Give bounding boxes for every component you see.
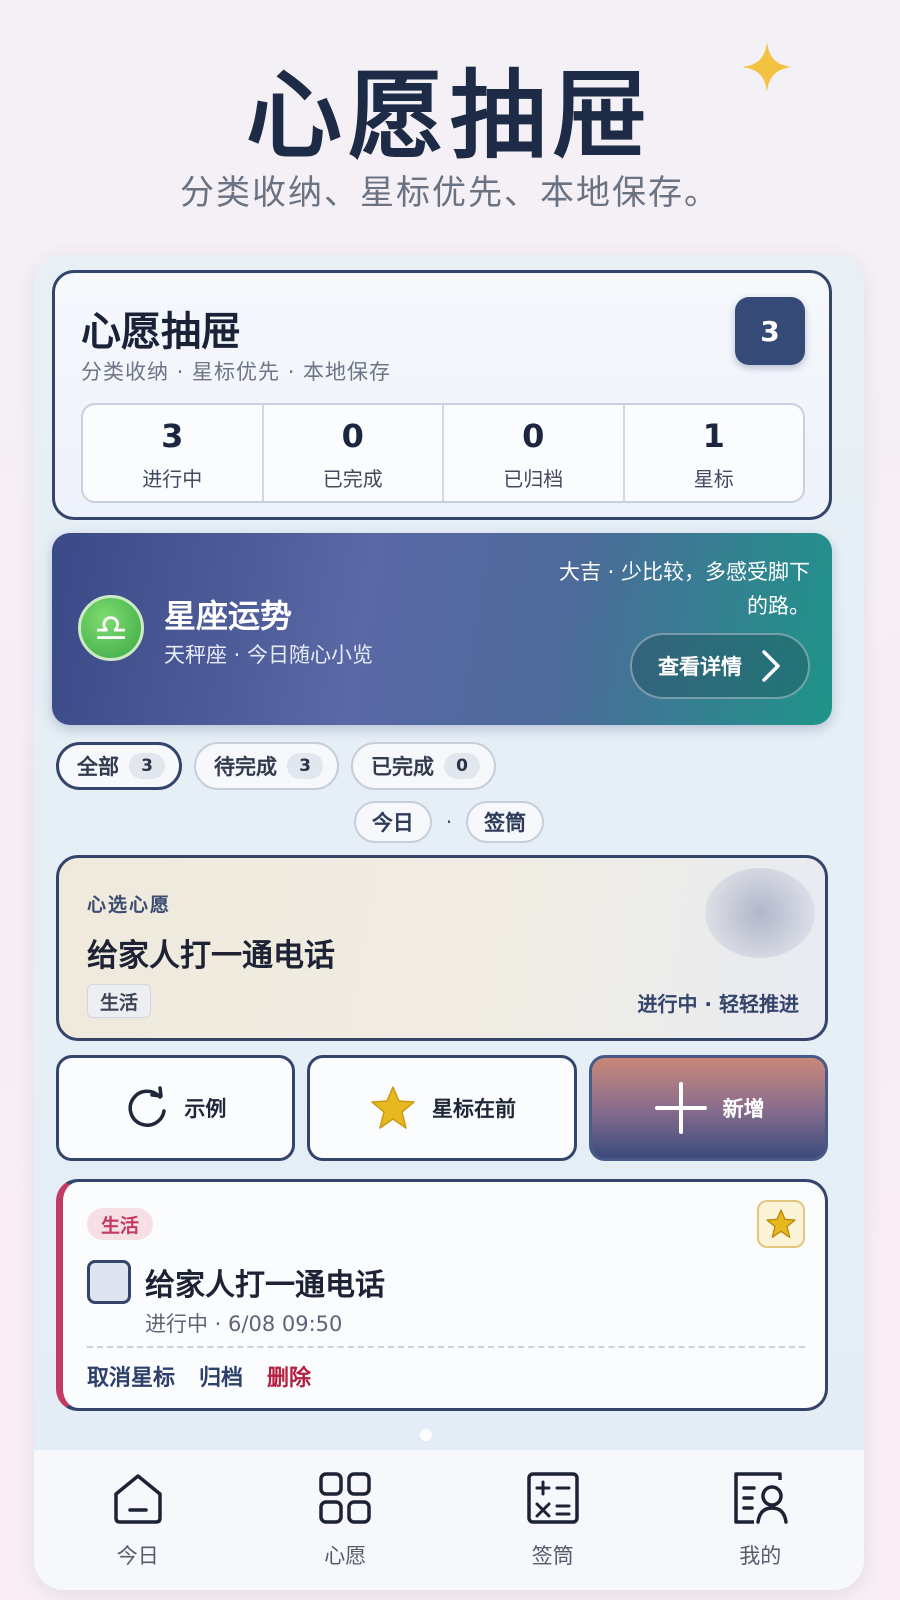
tab-profile[interactable]: 我的: [657, 1450, 865, 1590]
tab-wishes[interactable]: 心愿: [242, 1450, 450, 1590]
stat-value: 0: [341, 417, 364, 455]
tab-label: 我的: [739, 1544, 782, 1568]
filter-label: 待完成: [214, 755, 277, 779]
filter-label: 全部: [77, 755, 119, 779]
tab-home[interactable]: 今日: [34, 1450, 242, 1590]
featured-status: 进行中 · 轻轻推进: [637, 992, 799, 1016]
horoscope-card[interactable]: ♎ 星座运势 天秤座 · 今日随心小览 大吉 · 少比较，多感受脚下的路。 查看…: [52, 533, 832, 725]
filter-label: 已完成: [371, 755, 434, 779]
horoscope-message: 大吉 · 少比较，多感受脚下的路。: [558, 560, 810, 618]
chevron-right-icon: [762, 650, 780, 682]
tab-today[interactable]: 今日: [353, 801, 432, 843]
stat-value: 0: [522, 417, 545, 455]
featured-title: 给家人打一通电话: [87, 938, 335, 974]
stat-label: 已归档: [503, 467, 564, 491]
star-first-label: 星标在前: [431, 1097, 516, 1121]
tab-lots[interactable]: 签筒: [449, 1450, 657, 1590]
featured-label: 心选心愿: [87, 894, 172, 916]
hero-header: 心愿抽屉 分类收纳、星标优先、本地保存。: [0, 0, 900, 250]
profile-icon: [734, 1472, 788, 1524]
tab-lots[interactable]: 签筒: [466, 801, 545, 843]
star-toggle[interactable]: [757, 1200, 805, 1248]
tab-label: 签筒: [531, 1544, 574, 1568]
hero-subtitle: 分类收纳、星标优先、本地保存。: [180, 173, 720, 213]
decorative-glow: [705, 868, 815, 958]
sub-tabs: 今日 · 签筒: [34, 801, 864, 843]
filter-count: 0: [444, 753, 480, 779]
stat-label: 星标: [693, 467, 734, 491]
task-title: 给家人打一通电话: [145, 1268, 385, 1303]
summary-card: 心愿抽屉 分类收纳 · 星标优先 · 本地保存 3 3 进行中 0 已完成 0 …: [52, 270, 832, 520]
filter-pending[interactable]: 待完成 3: [194, 742, 339, 790]
add-label: 新增: [722, 1097, 765, 1121]
page-indicator-dot: [420, 1429, 432, 1441]
tab-label: 今日: [116, 1544, 159, 1568]
sparkle-icon: [742, 42, 792, 92]
archive-link[interactable]: 归档: [199, 1360, 243, 1392]
stat-completed: 0 已完成: [264, 405, 444, 501]
star-icon: [766, 1209, 796, 1238]
stat-label: 进行中: [142, 467, 203, 491]
delete-link[interactable]: 删除: [267, 1360, 311, 1392]
star-icon: [371, 1086, 415, 1129]
stat-starred: 1 星标: [625, 405, 804, 501]
stats-row: 3 进行中 0 已完成 0 已归档 1 星标: [81, 403, 805, 503]
filter-count: 3: [287, 753, 323, 779]
plus-icon: [654, 1082, 707, 1134]
view-details-label: 查看详情: [658, 655, 742, 679]
stat-in-progress: 3 进行中: [83, 405, 264, 501]
example-label: 示例: [184, 1097, 227, 1121]
action-row: 示例 星标在前 新增: [56, 1055, 828, 1161]
bottom-tab-bar: 今日 心愿 签筒 我的: [34, 1450, 864, 1590]
summary-title: 心愿抽屉: [81, 309, 241, 355]
add-button[interactable]: 新增: [589, 1055, 828, 1161]
example-button[interactable]: 示例: [56, 1055, 295, 1161]
horoscope-title: 星座运势: [164, 597, 293, 635]
featured-wish-card[interactable]: 心选心愿 给家人打一通电话 生活 进行中 · 轻轻推进: [56, 855, 828, 1041]
libra-icon: ♎: [78, 595, 144, 661]
category-tag: 生活: [87, 1208, 154, 1240]
stat-label: 已完成: [322, 467, 383, 491]
filter-completed[interactable]: 已完成 0: [351, 742, 496, 790]
category-tag: 生活: [87, 984, 152, 1018]
tab-separator: ·: [445, 810, 453, 834]
refresh-icon: [128, 1086, 167, 1127]
divider: [87, 1346, 805, 1348]
horoscope-subtitle: 天秤座 · 今日随心小览: [164, 643, 374, 667]
grid-icon: [319, 1472, 371, 1524]
calculator-icon: [527, 1472, 579, 1524]
filter-count: 3: [129, 753, 165, 779]
stat-value: 3: [161, 417, 184, 455]
view-details-button[interactable]: 查看详情: [630, 633, 810, 699]
unstar-link[interactable]: 取消星标: [87, 1360, 175, 1392]
star-first-button[interactable]: 星标在前: [306, 1055, 578, 1161]
stat-archived: 0 已归档: [444, 405, 625, 501]
stat-value: 1: [702, 417, 725, 455]
filter-all[interactable]: 全部 3: [56, 742, 182, 790]
app-frame: 心愿抽屉 分类收纳 · 星标优先 · 本地保存 3 3 进行中 0 已完成 0 …: [34, 255, 864, 1590]
task-actions: 取消星标 归档 删除: [87, 1360, 311, 1392]
tab-label: 心愿: [324, 1544, 367, 1568]
task-checkbox[interactable]: [87, 1260, 131, 1304]
task-meta: 进行中 · 6/08 09:50: [145, 1312, 343, 1336]
task-card: 生活 给家人打一通电话 进行中 · 6/08 09:50 取消星标 归档 删除: [56, 1179, 828, 1411]
home-icon: [114, 1474, 162, 1524]
summary-subtitle: 分类收纳 · 星标优先 · 本地保存: [81, 360, 392, 384]
filter-chips: 全部 3 待完成 3 已完成 0: [56, 742, 496, 790]
count-badge: 3: [735, 297, 805, 365]
